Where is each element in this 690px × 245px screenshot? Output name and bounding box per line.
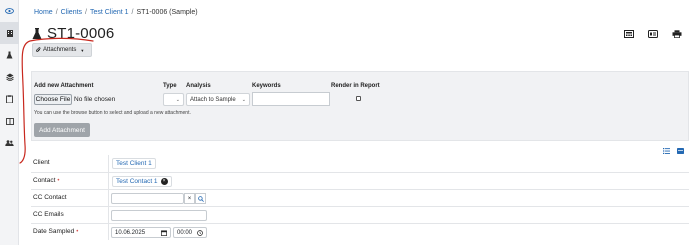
sidebar-item-worksheets[interactable] [0, 88, 19, 110]
breadcrumb-separator: / [55, 9, 58, 16]
header-actions [624, 30, 682, 38]
id-card-icon[interactable] [648, 30, 658, 38]
client-label: Client [33, 159, 50, 166]
breadcrumb-clients[interactable]: Clients [61, 9, 82, 16]
cc-contact-input[interactable] [111, 193, 184, 204]
layers-icon [5, 73, 14, 81]
keywords-input[interactable] [252, 92, 330, 106]
analysis-select-value: Attach to Sample [190, 96, 236, 103]
attachments-button[interactable]: Attachments ▼ [32, 43, 92, 57]
calculator-icon[interactable] [624, 30, 634, 38]
building-icon [6, 30, 13, 37]
sidebar-item-clients[interactable] [0, 22, 19, 44]
analysis-select[interactable]: Attach to Sample ⌄ [186, 93, 250, 106]
remove-icon[interactable]: × [160, 178, 168, 185]
clipboard-icon [6, 95, 13, 103]
date-value: 10.06.2025 [115, 229, 146, 236]
contact-value: Test Contact 1 [116, 178, 158, 185]
contact-label: Contact • [33, 177, 60, 184]
type-label: Type [163, 83, 177, 89]
breadcrumb-separator: / [85, 9, 87, 16]
time-sampled-input[interactable]: 00:00 [173, 227, 207, 238]
client-link[interactable]: Test Client 1 [112, 158, 156, 169]
caret-down-icon: ▼ [80, 47, 85, 53]
analysis-label: Analysis [186, 83, 211, 89]
page-title: ST1-0006 [47, 25, 115, 42]
breadcrumb-separator: / [131, 9, 134, 16]
date-sampled-input[interactable]: 10.06.2025 [111, 227, 171, 238]
title-row: ST1-0006 [32, 25, 114, 42]
clock-icon[interactable] [197, 230, 203, 236]
cc-emails-input[interactable] [111, 210, 207, 221]
add-attachment-button[interactable]: Add Attachment [34, 123, 90, 137]
book-icon [5, 117, 14, 125]
render-in-report-checkbox[interactable] [356, 96, 361, 101]
form-row-cc-emails: CC Emails [31, 206, 689, 223]
breadcrumb-client[interactable]: Test Client 1 [90, 9, 129, 16]
sample-header-form: Client Test Client 1 Contact • Test Conta… [31, 155, 689, 240]
file-status: No file chosen [74, 96, 116, 103]
search-button[interactable] [195, 193, 206, 204]
sidebar-item-users[interactable] [0, 132, 19, 154]
search-icon [197, 195, 204, 202]
attachments-button-label: Attachments [43, 47, 77, 53]
required-marker: • [57, 178, 60, 184]
flask-icon [32, 27, 42, 39]
list-icon[interactable] [663, 148, 670, 154]
flask-icon [6, 51, 13, 59]
sidebar-item-eye[interactable] [0, 0, 19, 22]
form-row-cc-contact: CC Contact × [31, 189, 689, 206]
breadcrumb: Home / Clients / Test Client 1 / ST1-000… [34, 9, 198, 16]
cc-emails-label: CC Emails [33, 211, 64, 218]
client-value: Test Client 1 [116, 160, 152, 167]
clear-icon[interactable]: × [184, 193, 195, 204]
date-sampled-label-text: Date Sampled [33, 228, 75, 235]
type-select[interactable]: ⌄ [163, 93, 184, 106]
form-row-date-sampled: Date Sampled • 10.06.2025 00:00 [31, 223, 689, 240]
upload-hint: You can use the browse button to select … [34, 110, 191, 116]
chevron-down-icon: ⌄ [241, 97, 246, 103]
contact-chip[interactable]: Test Contact 1 × [112, 176, 172, 187]
form-row-contact: Contact • Test Contact 1 × [31, 172, 689, 189]
card-view-icon[interactable] [677, 148, 684, 154]
breadcrumb-home[interactable]: Home [34, 9, 53, 16]
keywords-label: Keywords [252, 83, 281, 89]
add-attachment-heading: Add new Attachment [34, 83, 94, 89]
time-value: 00:00 [177, 229, 193, 236]
cc-contact-label: CC Contact [33, 194, 67, 201]
choose-file-button[interactable]: Choose File [34, 94, 72, 105]
render-in-report-label: Render in Report [331, 83, 380, 89]
view-mode-toggle [663, 148, 684, 154]
printer-icon[interactable] [672, 30, 682, 38]
chevron-down-icon: ⌄ [175, 97, 180, 103]
sidebar-item-samples[interactable] [0, 44, 19, 66]
breadcrumb-current: ST1-0006 (Sample) [136, 9, 198, 16]
required-marker: • [76, 229, 79, 235]
eye-icon [5, 8, 14, 14]
sidebar [0, 0, 19, 245]
paperclip-icon [36, 47, 41, 52]
sidebar-item-reports[interactable] [0, 110, 19, 132]
calendar-icon[interactable] [161, 230, 167, 236]
users-icon [5, 140, 14, 146]
attachment-panel [31, 71, 689, 141]
form-row-client: Client Test Client 1 [31, 155, 689, 172]
sidebar-item-batches[interactable] [0, 66, 19, 88]
date-sampled-label: Date Sampled • [33, 228, 78, 235]
contact-label-text: Contact [33, 177, 56, 184]
